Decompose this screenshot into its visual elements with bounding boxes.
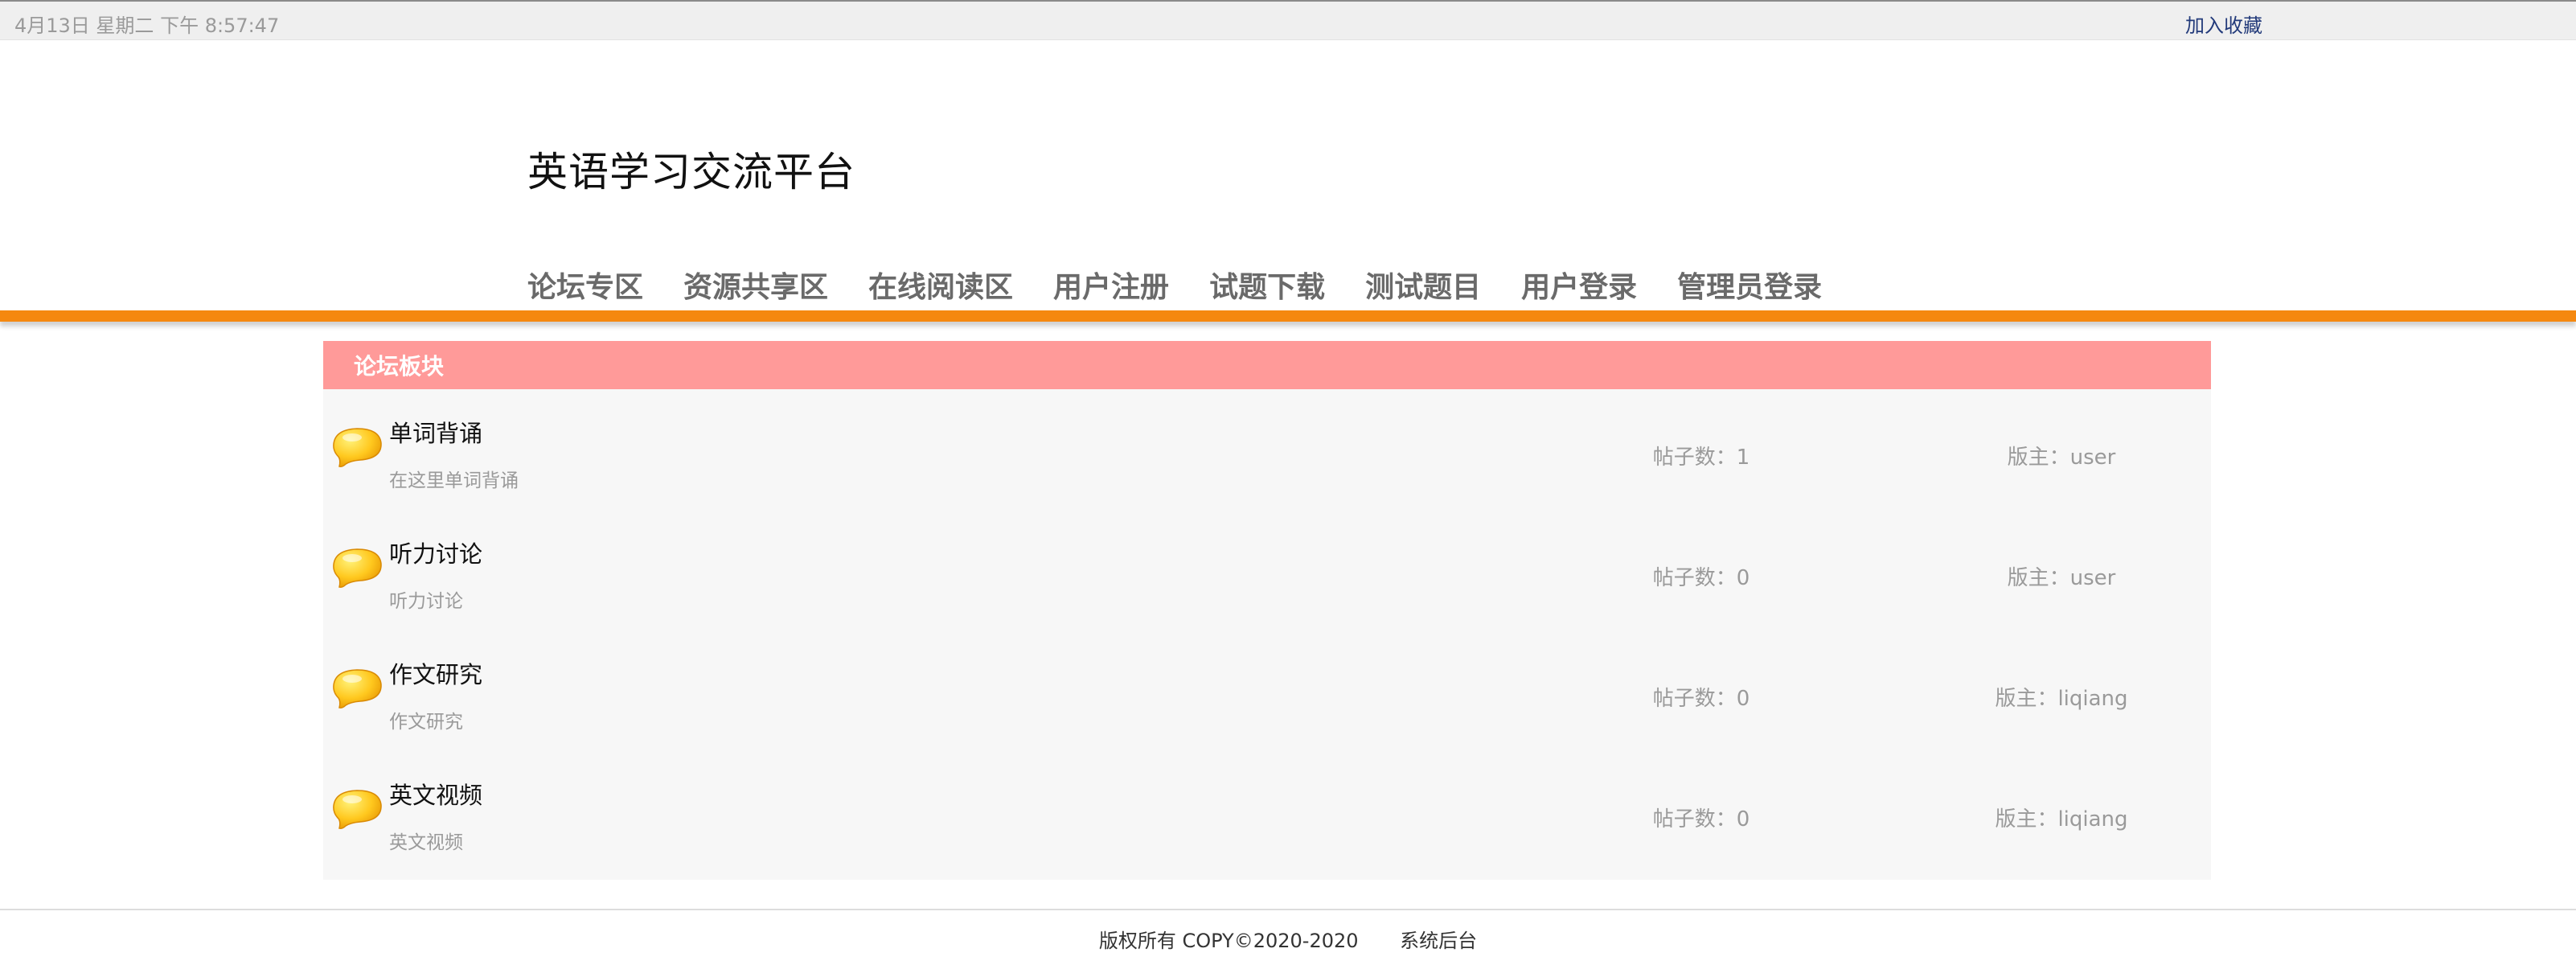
forum-name-link[interactable]: 单词背诵 xyxy=(389,415,482,449)
forum-description: 作文研究 xyxy=(389,712,463,733)
system-admin-link[interactable]: 系统后台 xyxy=(1400,930,1477,952)
nav-item-user-login[interactable]: 用户登录 xyxy=(1521,264,1637,306)
chat-bubble-icon xyxy=(333,669,382,708)
post-count: 帖子数：0 xyxy=(1652,687,1750,711)
nav-divider xyxy=(0,310,2576,322)
main-nav: 论坛专区 资源共享区 在线阅读区 用户注册 试题下载 测试题目 用户登录 管理员… xyxy=(527,262,1862,307)
copyright-text: 版权所有 COPY©2020-2020 xyxy=(1098,930,1359,952)
nav-item-online-reading[interactable]: 在线阅读区 xyxy=(868,264,1013,306)
forum-row-writing: 作文研究 作文研究 帖子数：0 版主：liqiang xyxy=(323,630,2211,751)
forum-row-listening: 听力讨论 听力讨论 帖子数：0 版主：user xyxy=(323,510,2211,630)
chat-bubble-icon xyxy=(333,790,382,829)
forum-description: 在这里单词背诵 xyxy=(389,470,519,491)
forum-board: 论坛板块 单词背诵 在这里单词背诵 帖子数：1 版主：user 听力讨论 听力讨… xyxy=(323,341,2211,880)
forum-row-vocabulary: 单词背诵 在这里单词背诵 帖子数：1 版主：user xyxy=(323,389,2211,510)
chat-bubble-icon xyxy=(333,548,382,588)
post-count: 帖子数：0 xyxy=(1652,566,1750,590)
nav-item-register[interactable]: 用户注册 xyxy=(1053,264,1169,306)
nav-item-forum[interactable]: 论坛专区 xyxy=(527,264,643,306)
nav-item-admin-login[interactable]: 管理员登录 xyxy=(1677,264,1822,306)
forum-name-link[interactable]: 听力讨论 xyxy=(389,536,482,569)
forum-name-link[interactable]: 英文视频 xyxy=(389,777,482,811)
board-header: 论坛板块 xyxy=(323,341,2211,389)
footer-divider xyxy=(0,909,2576,910)
datetime-display: 4月13日 星期二 下午 8:57:47 xyxy=(14,14,280,37)
add-bookmark-link[interactable]: 加入收藏 xyxy=(2185,10,2262,38)
nav-item-exam-download[interactable]: 试题下载 xyxy=(1209,264,1325,306)
moderator: 版主：user xyxy=(2007,446,2116,470)
moderator: 版主：user xyxy=(2007,566,2116,590)
footer: 版权所有 COPY©2020-2020 系统后台 xyxy=(0,925,2576,953)
forum-description: 英文视频 xyxy=(389,832,463,853)
chat-bubble-icon xyxy=(333,428,382,467)
forum-name-link[interactable]: 作文研究 xyxy=(389,656,482,690)
moderator: 版主：liqiang xyxy=(1995,687,2128,711)
forum-description: 听力讨论 xyxy=(389,591,463,612)
post-count: 帖子数：1 xyxy=(1652,446,1750,470)
top-bar: 4月13日 星期二 下午 8:57:47 加入收藏 xyxy=(0,0,2576,40)
nav-item-resource-sharing[interactable]: 资源共享区 xyxy=(683,264,828,306)
forum-row-video: 英文视频 英文视频 帖子数：0 版主：liqiang xyxy=(323,751,2211,872)
board-title: 论坛板块 xyxy=(354,353,445,380)
post-count: 帖子数：0 xyxy=(1652,807,1750,832)
nav-item-test-questions[interactable]: 测试题目 xyxy=(1365,264,1481,306)
moderator: 版主：liqiang xyxy=(1995,807,2128,832)
site-title: 英语学习交流平台 xyxy=(527,149,855,195)
